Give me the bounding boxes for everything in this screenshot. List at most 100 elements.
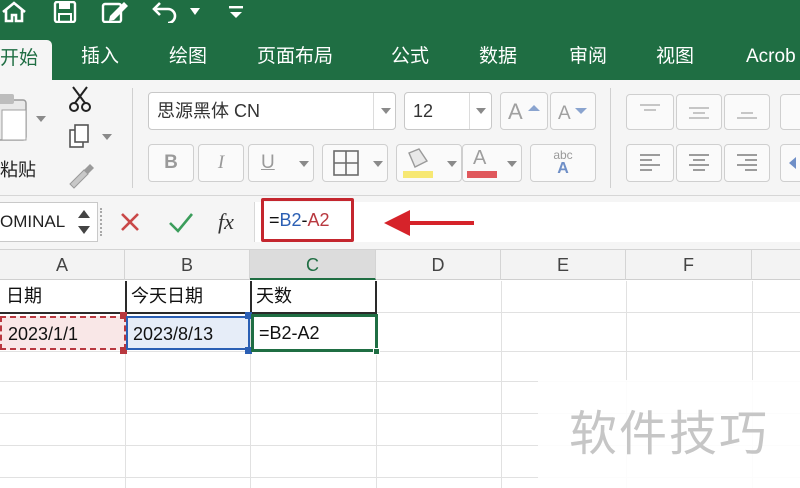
- cell-a2[interactable]: 2023/1/1: [0, 316, 126, 350]
- increase-font-size-button[interactable]: A: [500, 92, 548, 130]
- italic-label: I: [217, 152, 225, 173]
- font-color-button[interactable]: A: [462, 144, 522, 182]
- cancel-icon[interactable]: [118, 210, 142, 234]
- ribbon-home: 粘贴 思源黑体 CN 12 A A B I U A abc A: [0, 80, 800, 196]
- column-header-b[interactable]: B: [125, 250, 250, 280]
- font-color-swatch: [467, 171, 497, 178]
- font-color-glyph: A: [473, 147, 487, 169]
- indent-icon: [789, 157, 796, 169]
- fill-handle[interactable]: [373, 348, 380, 355]
- cell-a1[interactable]: 日期: [2, 281, 124, 311]
- italic-button[interactable]: I: [198, 144, 244, 182]
- home-icon[interactable]: [0, 0, 28, 24]
- bold-button[interactable]: B: [148, 144, 194, 182]
- tab-data[interactable]: 数据: [479, 34, 517, 80]
- decrease-font-icon: A: [558, 103, 587, 123]
- align-bottom-icon: [737, 112, 757, 119]
- bold-label: B: [164, 152, 178, 173]
- paste-label: 粘贴: [0, 160, 36, 180]
- fill-color-dropdown-icon[interactable]: [447, 161, 457, 167]
- indent-button[interactable]: [780, 144, 800, 182]
- font-name-value: 思源黑体 CN: [157, 101, 260, 121]
- underline-dropdown-icon[interactable]: [299, 161, 309, 167]
- align-middle-icon: [689, 107, 709, 119]
- font-color-dropdown-icon[interactable]: [507, 161, 517, 167]
- font-size-dropdown-icon[interactable]: [476, 108, 486, 114]
- column-header-e[interactable]: E: [501, 250, 626, 280]
- tab-insert[interactable]: 插入: [81, 34, 119, 80]
- align-center-button[interactable]: [676, 144, 722, 182]
- tab-draw[interactable]: 绘图: [169, 34, 207, 80]
- save-icon[interactable]: [52, 0, 78, 24]
- fill-color-button[interactable]: [396, 144, 462, 182]
- paint-bucket-icon: [403, 148, 433, 178]
- formula-ref-a2: A2: [307, 210, 330, 230]
- text-format-glyph: A: [557, 160, 569, 177]
- orientation-button[interactable]: [780, 94, 800, 130]
- cell-c2[interactable]: =B2-A2: [251, 314, 378, 352]
- tab-home[interactable]: 开始: [0, 40, 53, 80]
- paste-button[interactable]: 粘贴: [0, 88, 46, 180]
- name-box-value: OMINAL: [0, 212, 66, 231]
- borders-button[interactable]: [322, 144, 388, 182]
- cell-b1[interactable]: 今天日期: [127, 281, 249, 311]
- tab-view[interactable]: 视图: [656, 34, 694, 80]
- font-name-select[interactable]: 思源黑体 CN: [148, 92, 396, 130]
- ribbon-separator: [132, 88, 133, 188]
- column-header-row: A B C D E F: [0, 250, 800, 280]
- font-name-dropdown-icon[interactable]: [381, 108, 391, 114]
- align-top-button[interactable]: [626, 94, 674, 130]
- align-right-icon: [737, 154, 757, 171]
- cell-c1[interactable]: 天数: [252, 281, 374, 311]
- underline-label: U: [261, 152, 275, 173]
- borders-dropdown-icon[interactable]: [373, 161, 383, 167]
- watermark: 软件技巧: [538, 380, 800, 488]
- svg-text:A: A: [558, 103, 571, 123]
- align-center-icon: [689, 154, 709, 171]
- annotation-arrow-icon: [384, 210, 474, 236]
- cell-b2-value: 2023/8/13: [133, 324, 214, 344]
- text-format-button[interactable]: abc A: [530, 144, 596, 182]
- enter-icon[interactable]: [168, 210, 194, 234]
- undo-icon[interactable]: [152, 0, 182, 24]
- formula-prefix: =: [269, 210, 280, 230]
- align-right-button[interactable]: [724, 144, 770, 182]
- column-header-c[interactable]: C: [250, 250, 376, 280]
- edit-icon[interactable]: [100, 0, 130, 24]
- cell-c2-value: =B2-A2: [259, 323, 320, 343]
- formula-ref-b2: B2: [279, 210, 302, 230]
- underline-button[interactable]: U: [248, 144, 314, 182]
- align-bottom-button[interactable]: [724, 94, 770, 130]
- column-header-d[interactable]: D: [376, 250, 501, 280]
- align-middle-button[interactable]: [676, 94, 722, 130]
- borders-icon: [333, 150, 359, 176]
- name-box-stepper[interactable]: [74, 204, 94, 240]
- cell-a2-value: 2023/1/1: [8, 324, 79, 344]
- undo-dropdown-icon[interactable]: [188, 0, 202, 24]
- copy-icon[interactable]: [68, 124, 92, 150]
- ribbon-separator: [610, 88, 611, 188]
- paste-dropdown-icon[interactable]: [36, 116, 46, 122]
- quick-access-toolbar: [0, 0, 800, 34]
- cut-icon[interactable]: [68, 86, 92, 112]
- tab-acrobat[interactable]: Acrob: [746, 34, 796, 80]
- copy-dropdown-icon[interactable]: [102, 134, 112, 140]
- column-header-a[interactable]: A: [0, 250, 125, 280]
- cell-b2[interactable]: 2023/8/13: [126, 316, 250, 350]
- align-top-icon: [640, 104, 660, 111]
- column-header-f[interactable]: F: [626, 250, 752, 280]
- font-size-select[interactable]: 12: [404, 92, 492, 130]
- tab-formulas[interactable]: 公式: [391, 34, 429, 80]
- format-painter-icon[interactable]: [66, 164, 94, 190]
- tab-review[interactable]: 审阅: [569, 34, 607, 80]
- clipboard-icon: [0, 94, 27, 141]
- svg-text:A: A: [508, 99, 523, 123]
- decrease-font-size-button[interactable]: A: [550, 92, 596, 130]
- insert-function-button[interactable]: fx: [218, 202, 248, 242]
- fx-label: fx: [218, 209, 234, 234]
- tab-page-layout[interactable]: 页面布局: [257, 34, 333, 80]
- align-left-button[interactable]: [626, 144, 674, 182]
- customize-toolbar-icon[interactable]: [226, 0, 246, 24]
- formula-highlight-box: =B2-A2: [261, 198, 354, 242]
- align-left-icon: [640, 154, 660, 171]
